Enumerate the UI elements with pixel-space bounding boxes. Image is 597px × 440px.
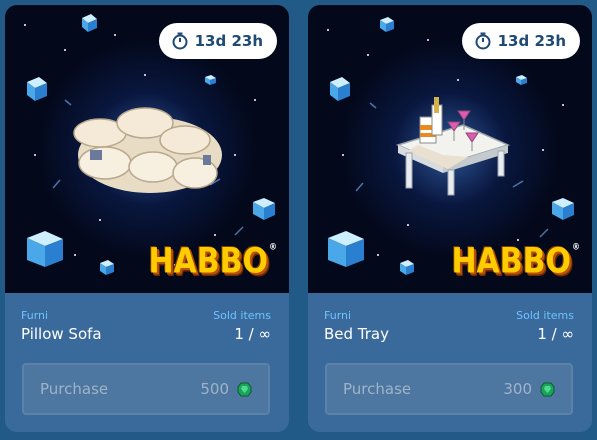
offer-info-panel: Furni Sold items Pillow Sofa 1 / ∞ Purch… xyxy=(5,293,289,432)
sold-items-count: 1 / ∞ xyxy=(234,325,271,343)
price-value: 300 xyxy=(503,380,532,398)
offer-card-pillow-sofa: 13d 23h HABBO® Furni Sold items Pillow S… xyxy=(5,5,289,432)
purchase-label: Purchase xyxy=(40,380,109,398)
pillow-sofa-illustration xyxy=(73,107,222,193)
emerald-gem-icon xyxy=(237,382,252,396)
habbo-logo: HABBO® xyxy=(148,241,277,282)
purchase-label: Purchase xyxy=(343,380,412,398)
item-name: Bed Tray xyxy=(324,325,390,343)
emerald-gem-icon xyxy=(540,382,555,396)
item-type-label: Furni xyxy=(21,309,49,322)
time-remaining-badge: 13d 23h xyxy=(461,23,580,59)
time-remaining-text: 13d 23h xyxy=(497,32,566,50)
sold-items-count: 1 / ∞ xyxy=(537,325,574,343)
habbo-logo: HABBO® xyxy=(451,241,580,282)
price-value: 500 xyxy=(200,380,229,398)
stopwatch-icon xyxy=(172,32,188,50)
bed-tray-illustration xyxy=(395,97,511,196)
furni-preview-image: 13d 23h HABBO® xyxy=(308,5,592,293)
purchase-button[interactable]: Purchase 300 xyxy=(325,363,573,415)
item-name: Pillow Sofa xyxy=(21,325,102,343)
item-type-label: Furni xyxy=(324,309,352,322)
sold-items-label: Sold items xyxy=(213,309,271,322)
sold-items-label: Sold items xyxy=(516,309,574,322)
offer-info-panel: Furni Sold items Bed Tray 1 / ∞ Purchase… xyxy=(308,293,592,432)
purchase-button[interactable]: Purchase 500 xyxy=(22,363,270,415)
time-remaining-badge: 13d 23h xyxy=(158,23,277,59)
stopwatch-icon xyxy=(475,32,491,50)
offer-card-bed-tray: 13d 23h HABBO® Furni Sold items Bed Tray… xyxy=(308,5,592,432)
furni-preview-image: 13d 23h HABBO® xyxy=(5,5,289,293)
time-remaining-text: 13d 23h xyxy=(194,32,263,50)
